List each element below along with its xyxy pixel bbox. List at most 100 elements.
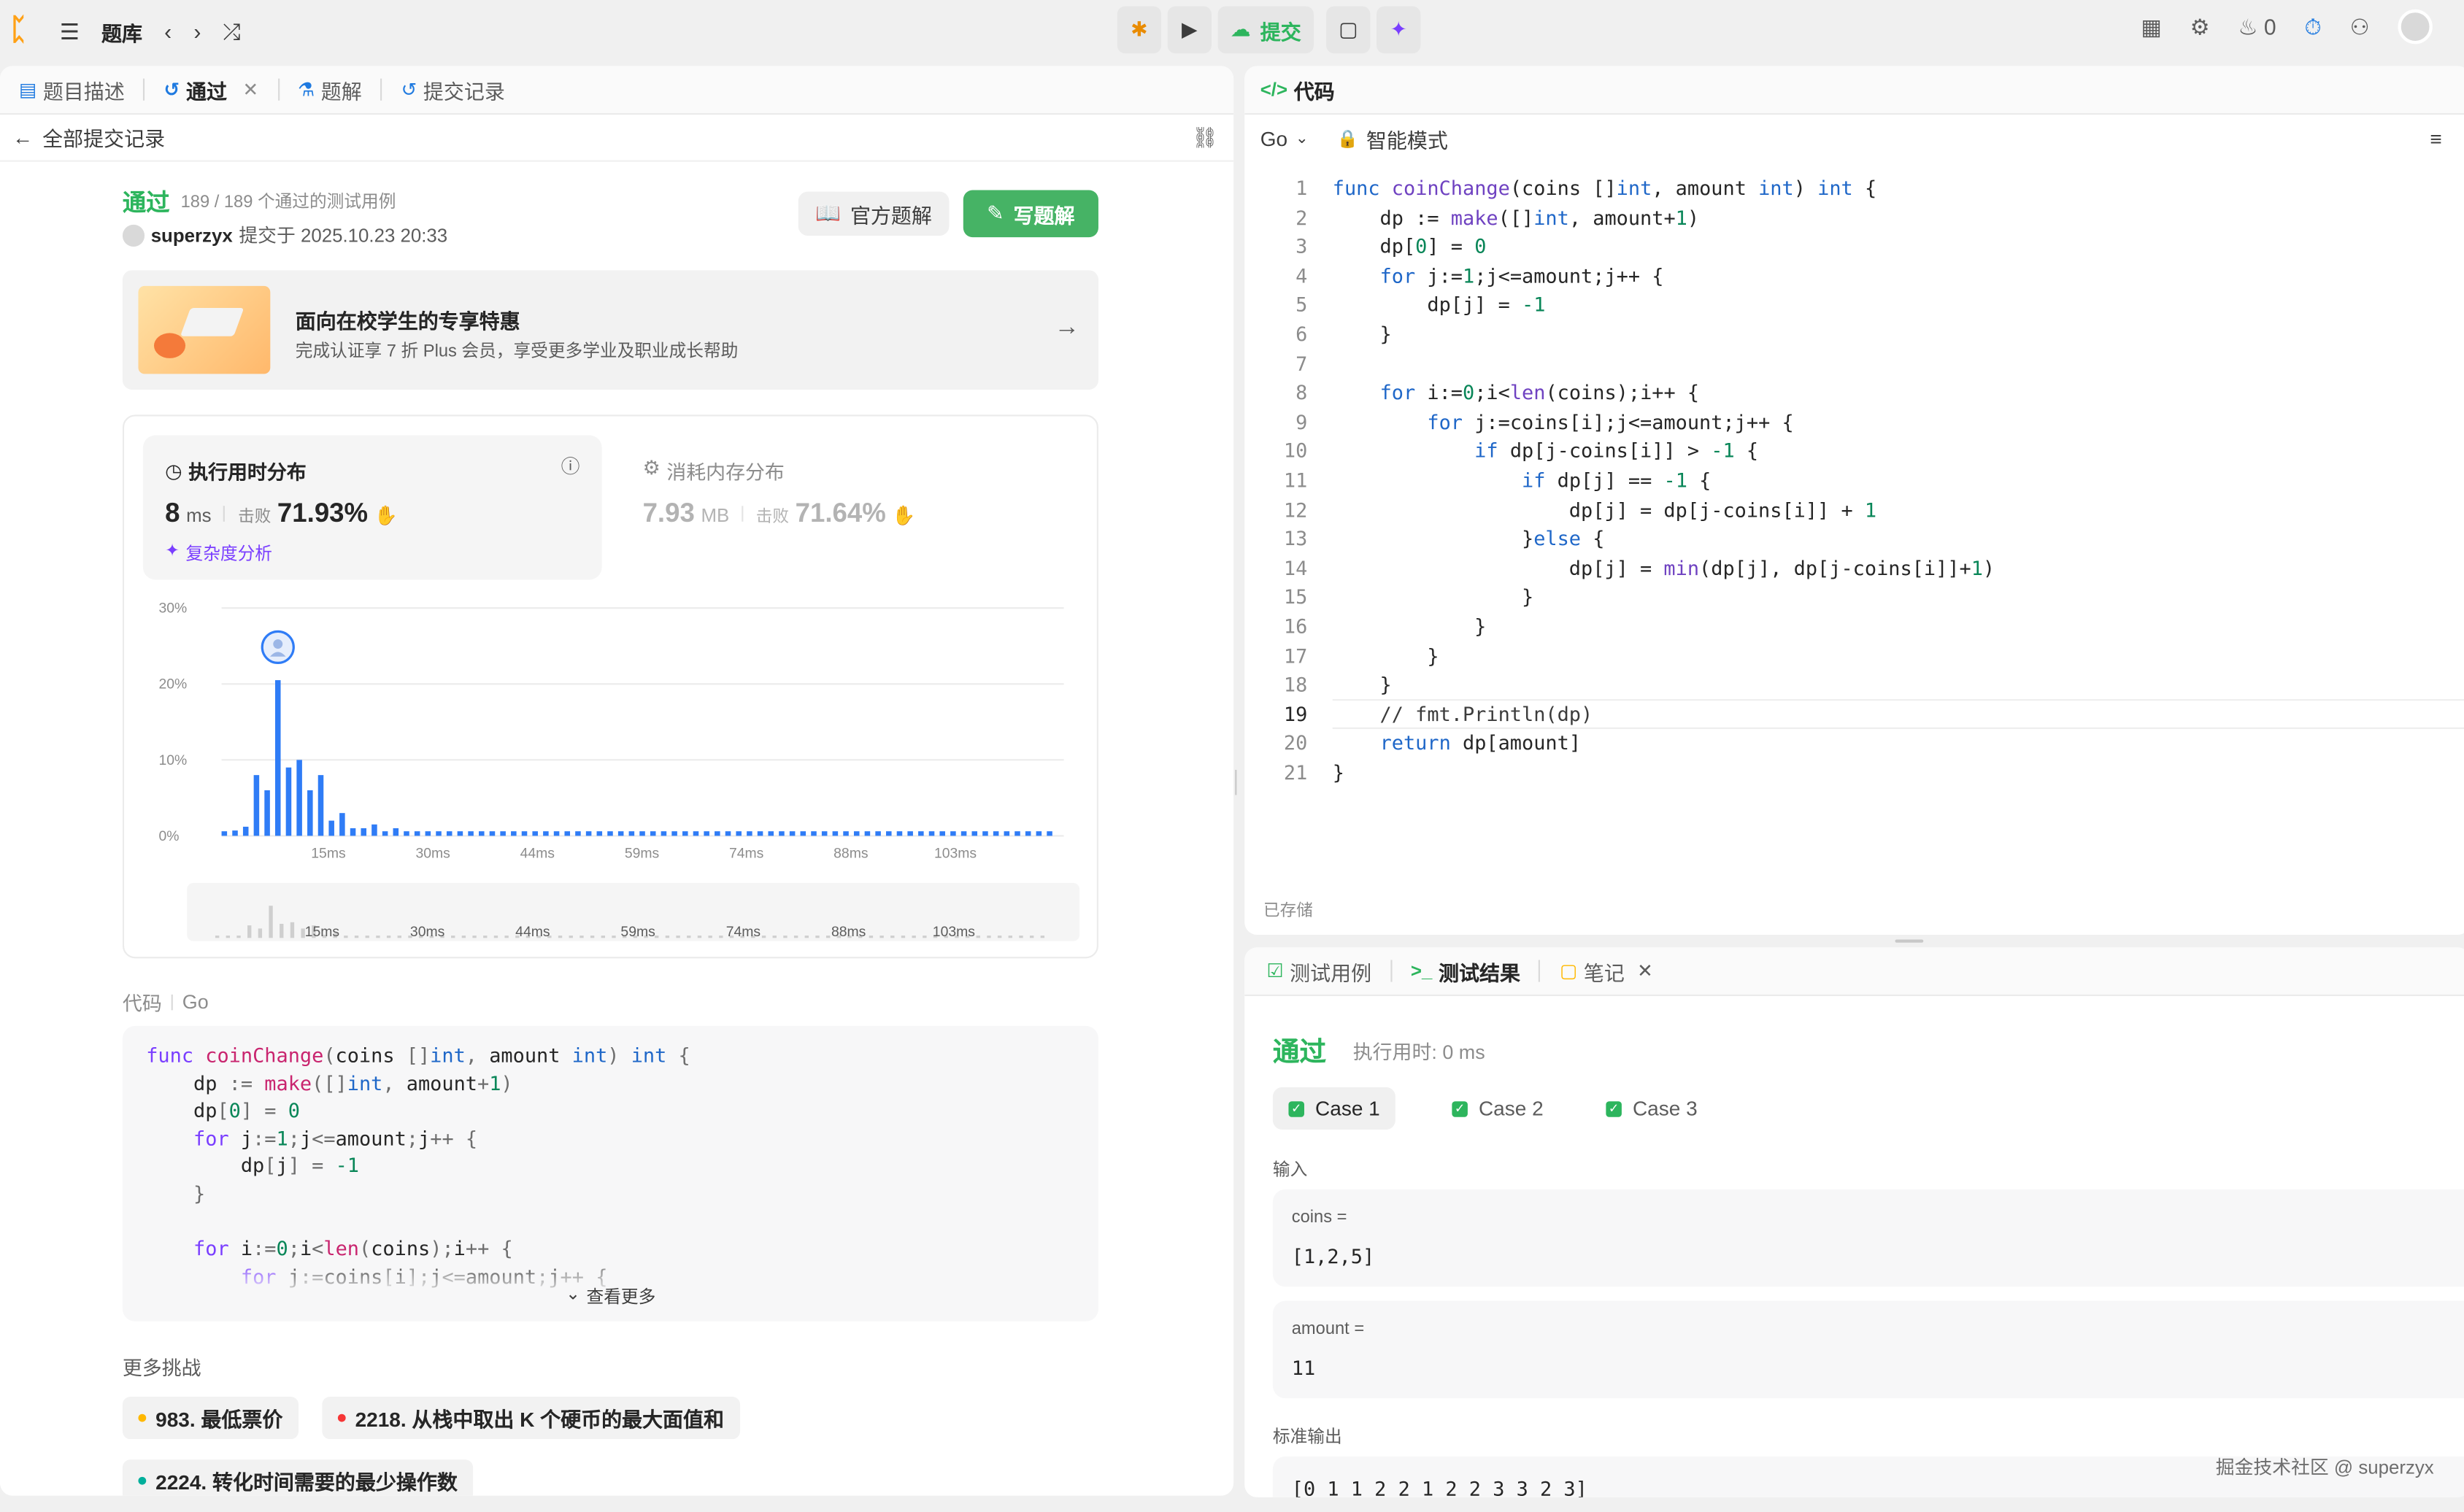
code-line[interactable]: dp[0] = 0: [1333, 234, 1487, 258]
horizontal-splitter[interactable]: [1895, 939, 1924, 943]
case-tab-2[interactable]: ✓ Case 2: [1436, 1087, 1559, 1130]
tab-solutions[interactable]: ⚗ 题解: [288, 66, 371, 114]
layout-icon[interactable]: ▦: [2141, 13, 2161, 40]
tab-submissions[interactable]: ↺ 提交记录: [392, 66, 515, 114]
saved-indicator: 已存储: [1263, 901, 1313, 921]
format-icon[interactable]: ≡: [2430, 126, 2441, 150]
mini-bar: [258, 928, 263, 938]
mini-bar: [879, 936, 884, 938]
test-tab-bar: ☑ 测试用例 >_ 测试结果 ▢ 笔记 ✕: [1244, 947, 2464, 997]
mini-bar: [815, 936, 820, 938]
code-line[interactable]: func coinChange(coins []int, amount int)…: [1333, 176, 1876, 199]
smart-mode-toggle[interactable]: 🔒 智能模式: [1337, 123, 1448, 153]
tab-testcase[interactable]: ☑ 测试用例: [1257, 947, 1381, 995]
code-line[interactable]: }: [1333, 673, 1392, 696]
vertical-splitter[interactable]: [1235, 769, 1241, 795]
code-line[interactable]: }: [1333, 322, 1392, 345]
mini-bar: [215, 936, 220, 938]
mini-bar: [697, 936, 702, 938]
code-line[interactable]: for j:=coins[i];j<=amount;j++ {: [1333, 409, 1793, 433]
submitter-name[interactable]: superzyx: [151, 224, 233, 246]
code-line[interactable]: dp := make([]int, amount+1): [1333, 205, 1700, 228]
add-friend-icon[interactable]: ⚇: [2350, 13, 2370, 40]
more-challenges-title: 更多挑战: [122, 1357, 201, 1380]
code-editor[interactable]: 1 func coinChange(coins []int, amount int…: [1244, 161, 2464, 899]
ai-button[interactable]: ✦: [1377, 6, 1421, 54]
line-number: 17: [1283, 643, 1308, 668]
run-button[interactable]: ▶: [1167, 6, 1212, 54]
code-line[interactable]: if dp[j] == -1 {: [1333, 468, 1711, 492]
code-line[interactable]: }: [1333, 585, 1533, 609]
close-icon[interactable]: ✕: [1637, 960, 1653, 981]
mini-bar: [923, 936, 927, 938]
amount-label: amount =: [1291, 1319, 1365, 1339]
debug-button[interactable]: ✱: [1117, 6, 1162, 54]
code-line[interactable]: }else {: [1333, 527, 1604, 550]
mini-bar: [997, 936, 1002, 938]
leetcode-logo-icon[interactable]: ᛈ: [9, 15, 38, 47]
tab-code[interactable]: </> 代码: [1260, 66, 1335, 114]
lock-icon: 🔒: [1336, 129, 1359, 149]
official-solution-button[interactable]: 📖 官方题解: [798, 191, 950, 236]
language-select[interactable]: Go ⌄: [1260, 126, 1309, 150]
list-icon[interactable]: ☰: [60, 20, 80, 42]
mini-bar: [569, 936, 573, 938]
tab-test-result[interactable]: >_ 测试结果: [1401, 947, 1530, 995]
tab-description[interactable]: ▤ 题目描述: [9, 66, 134, 114]
checkbox-icon: ☑: [1266, 960, 1284, 982]
shuffle-icon[interactable]: ⤮: [223, 20, 241, 42]
code-line[interactable]: if dp[j-coins[i]] > -1 {: [1333, 439, 1758, 463]
mini-bar: [580, 936, 584, 938]
close-icon[interactable]: ✕: [243, 80, 259, 99]
notes-button[interactable]: ▢: [1326, 6, 1371, 54]
student-promo-banner[interactable]: 面向在校学生的专享特惠 完成认证享 7 折 Plus 会员，享受更多学业及职业成…: [122, 270, 1098, 390]
code-line[interactable]: }: [1333, 644, 1439, 667]
back-arrow-icon[interactable]: ←: [12, 126, 33, 149]
code-line[interactable]: dp[j] = min(dp[j], dp[j-coins[i]]+1): [1333, 556, 1995, 579]
prev-problem-icon[interactable]: ‹: [164, 20, 172, 42]
code-line[interactable]: }: [1333, 614, 1486, 638]
terminal-icon: >_: [1410, 960, 1433, 982]
avatar[interactable]: [2398, 9, 2433, 45]
settings-gear-icon[interactable]: ⚙: [2190, 13, 2210, 40]
submitted-code-preview: func coinChange(coins []int, amount int)…: [122, 1025, 1098, 1322]
challenge-item[interactable]: 2218. 从栈中取出 K 个硬币的最大面值和: [322, 1397, 740, 1440]
line-number: 21: [1283, 760, 1308, 784]
challenge-item[interactable]: 2224. 转化时间需要的最少操作数: [122, 1459, 474, 1496]
mini-bar: [655, 936, 659, 938]
see-more-button[interactable]: ⌄ 查看更多: [566, 1284, 655, 1308]
mini-bar: [719, 936, 723, 938]
case-tab-1[interactable]: ✓ Case 1: [1272, 1087, 1396, 1130]
arrow-right-icon[interactable]: →: [1055, 315, 1079, 343]
all-submissions-link[interactable]: 全部提交记录: [42, 123, 165, 153]
code-line[interactable]: return dp[amount]: [1333, 731, 1581, 755]
tab-divider: [277, 78, 280, 101]
mini-bar: [665, 936, 670, 938]
tab-divider: [1539, 960, 1541, 982]
streak-counter[interactable]: ♨ 0: [2238, 13, 2276, 40]
code-line[interactable]: }: [1333, 760, 1344, 784]
next-problem-icon[interactable]: ›: [193, 20, 201, 42]
line-number: 5: [1295, 293, 1308, 317]
coins-value: [1,2,5]: [1291, 1244, 1375, 1268]
tab-accepted[interactable]: ↺ 通过 ✕: [155, 66, 268, 114]
code-line[interactable]: for j:=1;j<=amount;j++ {: [1333, 263, 1664, 287]
timer-icon[interactable]: ⏱: [2304, 13, 2322, 40]
code-icon: </>: [1260, 78, 1288, 101]
problem-bank-link[interactable]: 题库: [101, 17, 142, 47]
tab-divider: [143, 78, 145, 101]
amount-input-box[interactable]: amount = 11: [1272, 1300, 2464, 1399]
coins-input-box[interactable]: coins = [1,2,5]: [1272, 1189, 2464, 1287]
challenge-item[interactable]: 983. 最低票价: [122, 1397, 299, 1440]
tab-notes[interactable]: ▢ 笔记 ✕: [1550, 947, 1663, 995]
mini-bar: [901, 936, 906, 938]
document-icon: ▤: [18, 78, 37, 101]
submit-button[interactable]: ☁ 提交: [1217, 6, 1314, 54]
code-line[interactable]: dp[j] = -1: [1333, 293, 1545, 316]
flame-icon: ♨: [2238, 13, 2258, 39]
write-solution-button[interactable]: ✎ 写题解: [963, 190, 1098, 238]
link-icon[interactable]: ⛓: [1192, 125, 1218, 150]
code-line[interactable]: for i:=0;i<len(coins);i++ {: [1333, 380, 1700, 404]
case-tab-3[interactable]: ✓ Case 3: [1590, 1087, 1713, 1130]
code-line[interactable]: dp[j] = dp[j-coins[i]] + 1: [1333, 498, 1876, 521]
